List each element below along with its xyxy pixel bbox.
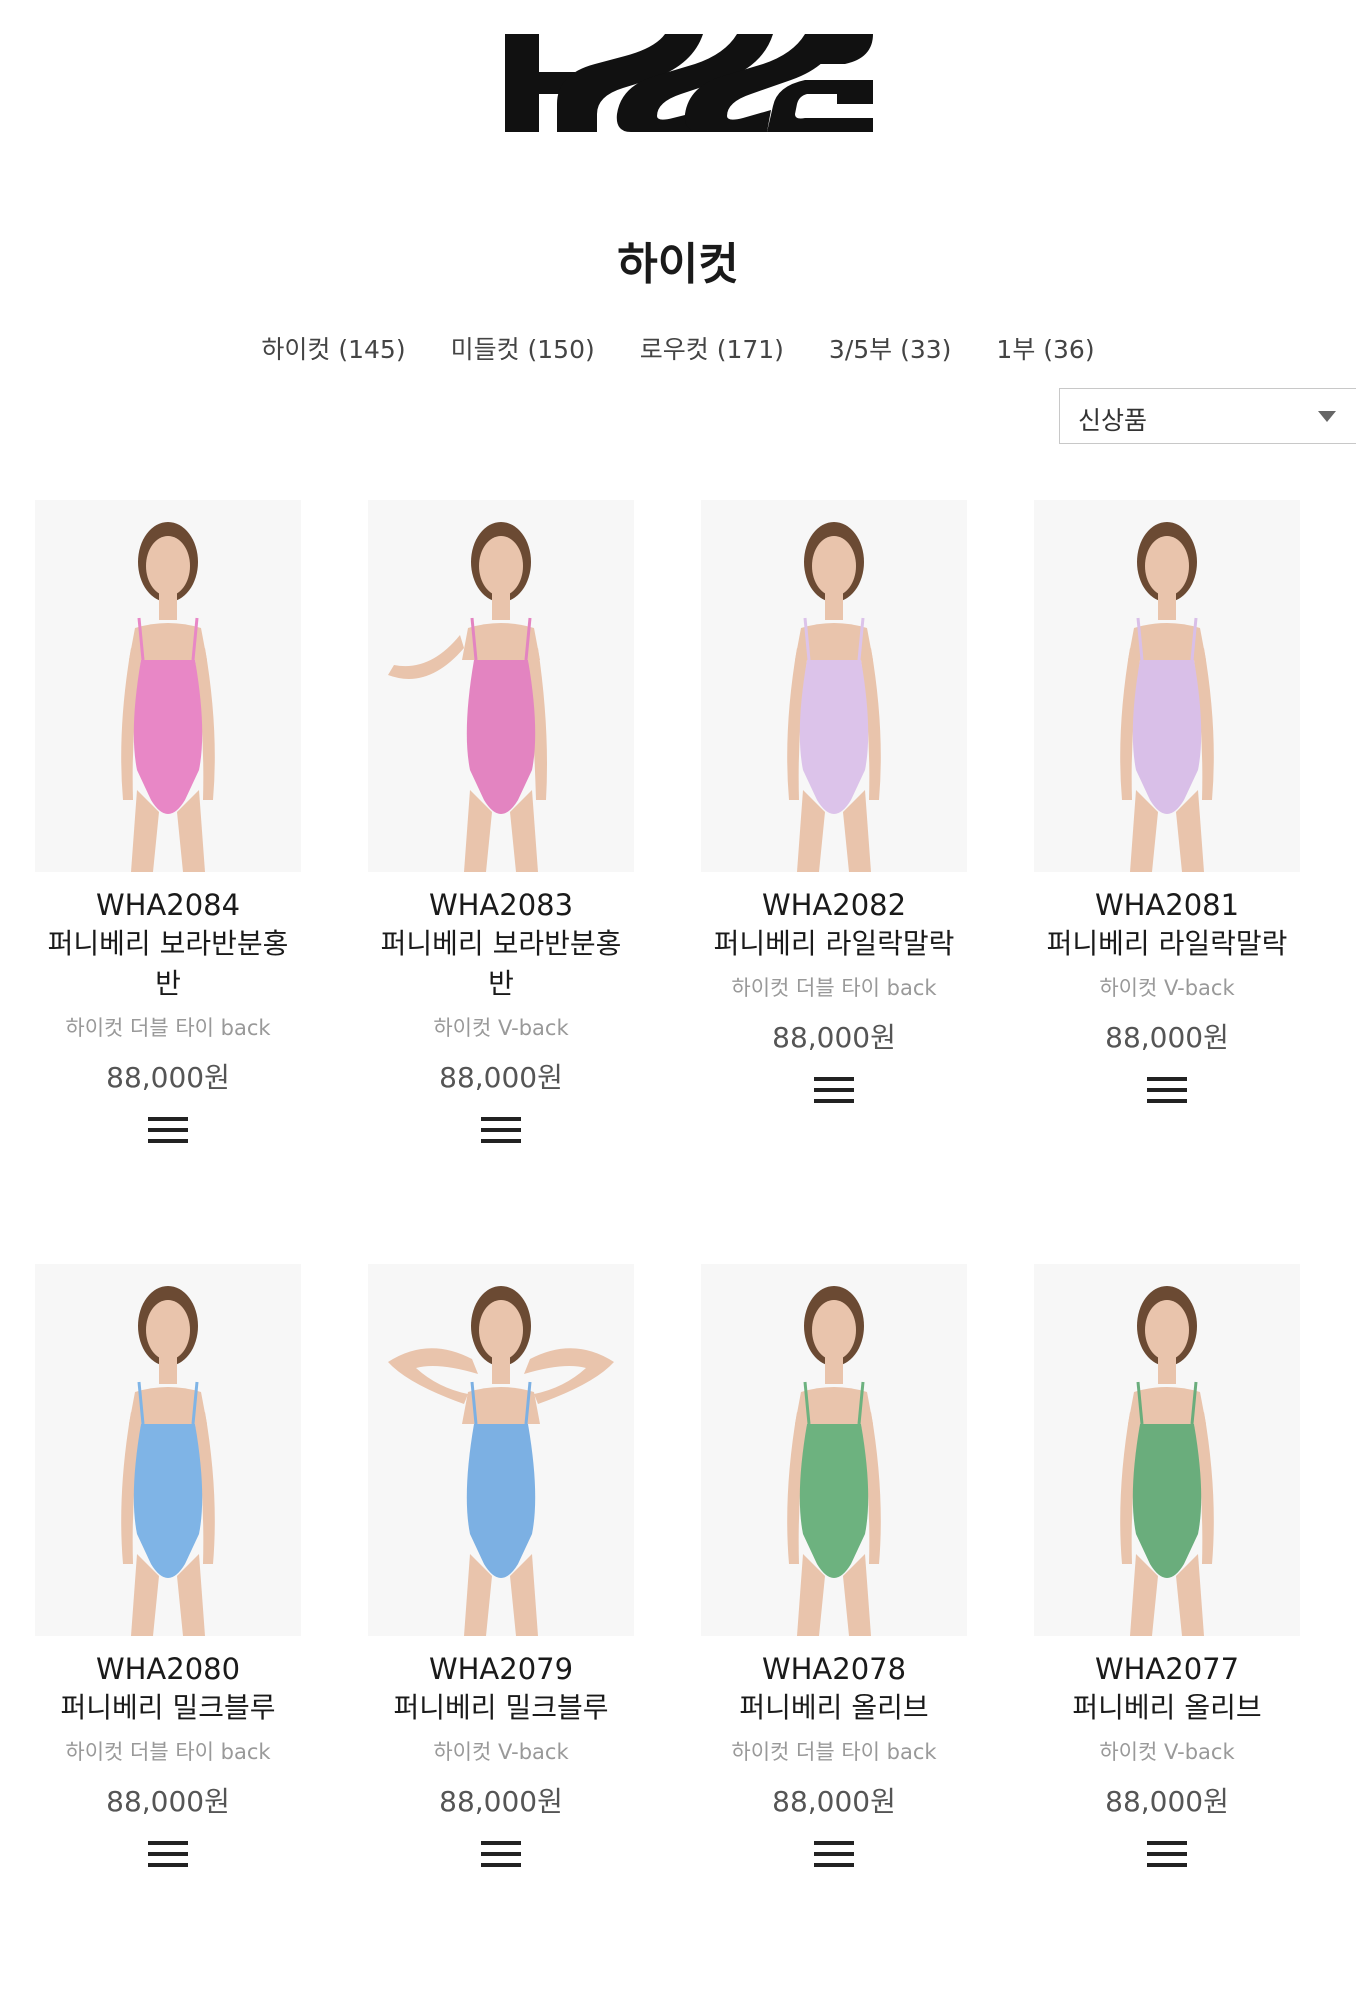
product-type: 하이컷 V-back — [433, 1740, 569, 1764]
product-price: 88,000원 — [106, 1785, 230, 1818]
product-type: 하이컷 더블 타이 back — [731, 1740, 937, 1764]
sort-dropdown[interactable]: 신상품 — [1059, 388, 1356, 444]
product-image[interactable] — [368, 1264, 634, 1636]
product-name[interactable]: 퍼니베리 밀크블루 — [351, 1688, 651, 1728]
product-card[interactable]: WHA2078 퍼니베리 올리브하이컷 더블 타이 back 88,000원 — [684, 1264, 984, 1870]
product-code[interactable]: WHA2083 — [351, 886, 651, 924]
chevron-down-icon — [1318, 411, 1336, 422]
brand-logo[interactable] — [505, 34, 873, 132]
product-image[interactable] — [701, 500, 967, 872]
product-card[interactable]: WHA2082 퍼니베리 라일락말락하이컷 더블 타이 back 88,000원 — [684, 500, 984, 1106]
product-name[interactable]: 퍼니베리 보라반분홍반 — [351, 924, 651, 1004]
product-image[interactable] — [368, 500, 634, 872]
product-name[interactable]: 퍼니베리 라일락말락 — [1017, 924, 1317, 964]
product-card[interactable]: WHA2077 퍼니베리 올리브하이컷 V-back 88,000원 — [1017, 1264, 1317, 1870]
product-type: 하이컷 V-back — [433, 1016, 569, 1040]
product-price: 88,000원 — [439, 1061, 563, 1094]
product-image[interactable] — [1034, 1264, 1300, 1636]
product-type: 하이컷 V-back — [1099, 1740, 1235, 1764]
product-name[interactable]: 퍼니베리 라일락말락 — [684, 924, 984, 964]
product-name[interactable]: 퍼니베리 올리브 — [684, 1688, 984, 1728]
product-name[interactable]: 퍼니베리 밀크블루 — [18, 1688, 318, 1728]
product-price: 88,000원 — [772, 1785, 896, 1818]
page-title: 하이컷 — [617, 239, 739, 290]
category-link-1bu[interactable]: 1부 (36) — [996, 330, 1094, 366]
product-card[interactable]: WHA2083 퍼니베리 보라반분홍반하이컷 V-back 88,000원 — [351, 500, 651, 1146]
category-link-lowcut[interactable]: 로우컷 (171) — [640, 330, 784, 366]
product-code[interactable]: WHA2082 — [684, 886, 984, 924]
product-code[interactable]: WHA2084 — [18, 886, 318, 924]
hamburger-menu-icon[interactable] — [479, 1838, 523, 1870]
product-price: 88,000원 — [1105, 1021, 1229, 1054]
hamburger-menu-icon[interactable] — [479, 1114, 523, 1146]
product-price: 88,000원 — [1105, 1785, 1229, 1818]
product-price: 88,000원 — [106, 1061, 230, 1094]
product-card[interactable]: WHA2081 퍼니베리 라일락말락하이컷 V-back 88,000원 — [1017, 500, 1317, 1106]
product-card[interactable]: WHA2080 퍼니베리 밀크블루하이컷 더블 타이 back 88,000원 — [18, 1264, 318, 1870]
hamburger-menu-icon[interactable] — [1145, 1074, 1189, 1106]
hamburger-menu-icon[interactable] — [146, 1114, 190, 1146]
product-name[interactable]: 퍼니베리 올리브 — [1017, 1688, 1317, 1728]
sort-selected-label: 신상품 — [1078, 406, 1148, 435]
hamburger-menu-icon[interactable] — [146, 1838, 190, 1870]
hamburger-menu-icon[interactable] — [812, 1838, 856, 1870]
hamburger-menu-icon[interactable] — [812, 1074, 856, 1106]
category-link-highcut[interactable]: 하이컷 (145) — [261, 330, 405, 366]
product-type: 하이컷 더블 타이 back — [65, 1740, 271, 1764]
product-image[interactable] — [1034, 500, 1300, 872]
product-type: 하이컷 V-back — [1099, 976, 1235, 1000]
category-link-3-5bu[interactable]: 3/5부 (33) — [829, 330, 952, 366]
product-image[interactable] — [35, 1264, 301, 1636]
product-type: 하이컷 더블 타이 back — [65, 1016, 271, 1040]
category-nav: 하이컷 (145) 미들컷 (150) 로우컷 (171) 3/5부 (33) … — [0, 330, 1356, 366]
product-name[interactable]: 퍼니베리 보라반분홍반 — [18, 924, 318, 1004]
product-card[interactable]: WHA2084 퍼니베리 보라반분홍반하이컷 더블 타이 back 88,000원 — [18, 500, 318, 1146]
product-code[interactable]: WHA2079 — [351, 1650, 651, 1688]
product-code[interactable]: WHA2077 — [1017, 1650, 1317, 1688]
product-price: 88,000원 — [772, 1021, 896, 1054]
product-code[interactable]: WHA2080 — [18, 1650, 318, 1688]
product-card[interactable]: WHA2079 퍼니베리 밀크블루하이컷 V-back 88,000원 — [351, 1264, 651, 1870]
product-code[interactable]: WHA2078 — [684, 1650, 984, 1688]
product-price: 88,000원 — [439, 1785, 563, 1818]
hamburger-menu-icon[interactable] — [1145, 1838, 1189, 1870]
product-type: 하이컷 더블 타이 back — [731, 976, 937, 1000]
product-image[interactable] — [701, 1264, 967, 1636]
product-code[interactable]: WHA2081 — [1017, 886, 1317, 924]
category-link-middlecut[interactable]: 미들컷 (150) — [451, 330, 595, 366]
product-image[interactable] — [35, 500, 301, 872]
